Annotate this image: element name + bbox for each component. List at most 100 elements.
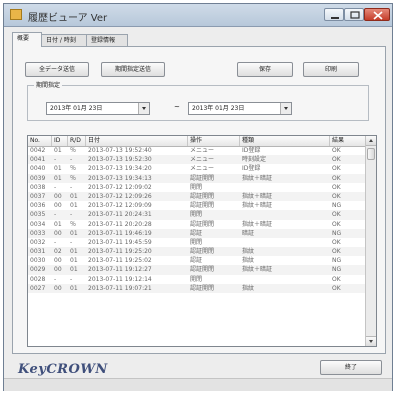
cell-rd: ％ [70,174,77,182]
cell-date: 2013-07-13 19:52:40 [88,147,152,154]
table-row[interactable]: 0032- -2013-07-11 19:45:59 開閉 OK [28,238,366,247]
cell-id: 01 [54,165,62,173]
cell-type: 指紋＋暗証 [242,220,273,228]
scroll-down-icon[interactable] [366,336,376,346]
column-header-date[interactable]: 日付 [86,136,188,146]
cell-operation: 認証開閉 [190,202,215,210]
cell-no: 0032 [30,238,46,246]
table-row[interactable]: 0041- -2013-07-13 19:52:30 メニュー 時刻設定 OK [28,155,366,165]
close-button[interactable] [364,8,390,21]
cell-no: 0035 [30,211,46,219]
vertical-scrollbar[interactable] [365,136,376,346]
cell-date: 2013-07-11 19:25:02 [88,257,152,265]
chevron-down-icon[interactable] [138,103,149,114]
table-row[interactable]: 0035- -2013-07-11 20:24:31 開閉 OK [28,210,366,220]
table-row[interactable]: 0027 00 01 2013-07-11 19:07:21 認証開閉 指紋 OK [28,283,366,293]
column-header-rd[interactable]: R/D [68,136,86,146]
cell-date: 2013-07-11 19:25:20 [88,248,152,256]
cell-id: 02 [54,248,62,256]
cell-id: 00 [54,192,62,200]
cell-operation: 開閉 [190,275,203,283]
cell-id: 00 [54,202,62,210]
all-data-send-button[interactable]: 全データ送信 [25,62,89,77]
history-list[interactable]: No. ID R/D 日付 操作 種類 結果 0042 01 ％ 2013-07-13… [27,135,377,347]
end-date-picker[interactable]: 2013年 01月 23日 [188,102,292,115]
period-group: 期間指定 2013年 01月 23日 ~ 2013年 01月 23日 [27,81,369,121]
cell-date: 2013-07-13 19:34:20 [88,165,152,173]
tab-summary[interactable]: 概要 [12,32,42,47]
cell-no: 0040 [30,165,46,173]
cell-result: NG [332,266,342,274]
exit-button[interactable]: 終了 [320,360,382,375]
cell-rd: - [70,156,73,164]
cell-id: 01 [54,220,62,228]
cell-rd: - [70,275,73,283]
scrollbar-thumb[interactable] [367,148,375,160]
print-button[interactable]: 印刷 [303,62,359,77]
cell-result: OK [332,275,341,283]
cell-date: 2013-07-13 19:52:30 [88,156,152,164]
table-row[interactable]: 0033 00 01 2013-07-11 19:46:19 認証 暗証 NG [28,228,366,238]
column-header-type[interactable]: 種類 [240,136,330,146]
table-row[interactable]: 0037 00 01 2013-07-12 12:09:26 認証開閉 指紋＋暗証 OK [28,191,366,202]
table-row[interactable]: 0042 01 ％ 2013-07-13 19:52:40 メニュー ID登録 OK [28,146,366,155]
cell-operation: 認証開閉 [190,220,215,228]
cell-date: 2013-07-11 20:20:28 [88,220,152,228]
cell-result: OK [332,192,341,200]
cell-type: 時刻設定 [242,156,267,164]
table-row[interactable]: 0034 01 ％ 2013-07-11 20:20:28 認証開閉 指紋＋暗証 OK [28,220,366,229]
start-date-picker[interactable]: 2013年 01月 23日 [46,102,150,115]
cell-operation: 認証 [190,257,203,265]
cell-rd: ％ [70,165,77,173]
cell-id: 00 [54,266,62,274]
cell-result: OK [332,147,341,154]
maximize-button[interactable] [344,8,364,21]
table-row[interactable]: 0031 02 01 2013-07-11 19:25:20 認証開閉 指紋 OK [28,247,366,257]
cell-type: 暗証 [242,229,255,237]
app-icon [10,9,22,20]
table-row[interactable]: 0028- -2013-07-11 19:12:14 開閉 OK [28,275,366,284]
cell-id: 01 [54,147,62,154]
minimize-icon [331,17,339,19]
cell-type: 指紋 [242,248,255,256]
table-row[interactable]: 0039 01 ％ 2013-07-13 19:34:13 認証開閉 指紋＋暗証 OK [28,173,366,183]
cell-result: NG [332,257,342,265]
tab-date-time[interactable]: 日付 / 時刻 [41,34,87,46]
cell-type [240,183,330,192]
cell-type: 指紋＋暗証 [242,266,273,274]
table-row[interactable]: 0038- -2013-07-12 12:09:02 開閉 OK [28,183,366,192]
tab-registration[interactable]: 登録情報 [86,34,128,46]
column-header-result[interactable]: 結果 [330,136,366,146]
scroll-up-icon[interactable] [366,136,376,146]
title-bar: 履歴ビューア Ver [4,4,392,27]
column-header-operation[interactable]: 操作 [188,136,240,146]
cell-type: 指紋＋暗証 [242,192,273,200]
chevron-down-icon[interactable] [280,103,291,114]
cell-result: OK [332,156,341,164]
save-button[interactable]: 保存 [237,62,293,77]
table-row[interactable]: 0040 01 ％ 2013-07-13 19:34:20 メニュー ID登録 OK [28,164,366,173]
cell-no: 0038 [30,183,46,191]
cell-type: 指紋 [242,257,255,265]
cell-operation: 認証開閉 [190,266,215,274]
cell-type: ID登録 [242,165,261,173]
cell-operation: 認証開閉 [190,174,215,182]
cell-type: 指紋＋暗証 [242,202,273,210]
table-row[interactable]: 0029 00 01 2013-07-11 19:12:27 認証開閉 指紋＋暗証 NG [28,265,366,275]
summary-panel: 全データ送信 期間指定送信 保存 印刷 期間指定 2013年 01月 23日 ~… [12,46,386,354]
cell-date: 2013-07-12 12:09:09 [88,202,152,210]
period-label: 期間指定 [34,81,63,90]
cell-rd: ％ [70,147,77,154]
minimize-button[interactable] [324,8,344,21]
cell-rd: - [70,238,73,246]
column-header-id[interactable]: ID [52,136,68,146]
column-header-no[interactable]: No. [28,136,52,146]
period-send-button[interactable]: 期間指定送信 [101,62,165,77]
cell-no: 0039 [30,174,46,182]
cell-operation: メニュー [190,156,215,164]
table-row[interactable]: 0030 00 01 2013-07-11 19:25:02 認証 指紋 NG [28,256,366,265]
table-row[interactable]: 0036 00 01 2013-07-12 12:09:09 認証開閉 指紋＋暗証 NG [28,201,366,210]
cell-date: 2013-07-11 19:12:27 [88,266,152,274]
cell-id: 00 [54,229,62,237]
cell-no: 0031 [30,248,46,256]
